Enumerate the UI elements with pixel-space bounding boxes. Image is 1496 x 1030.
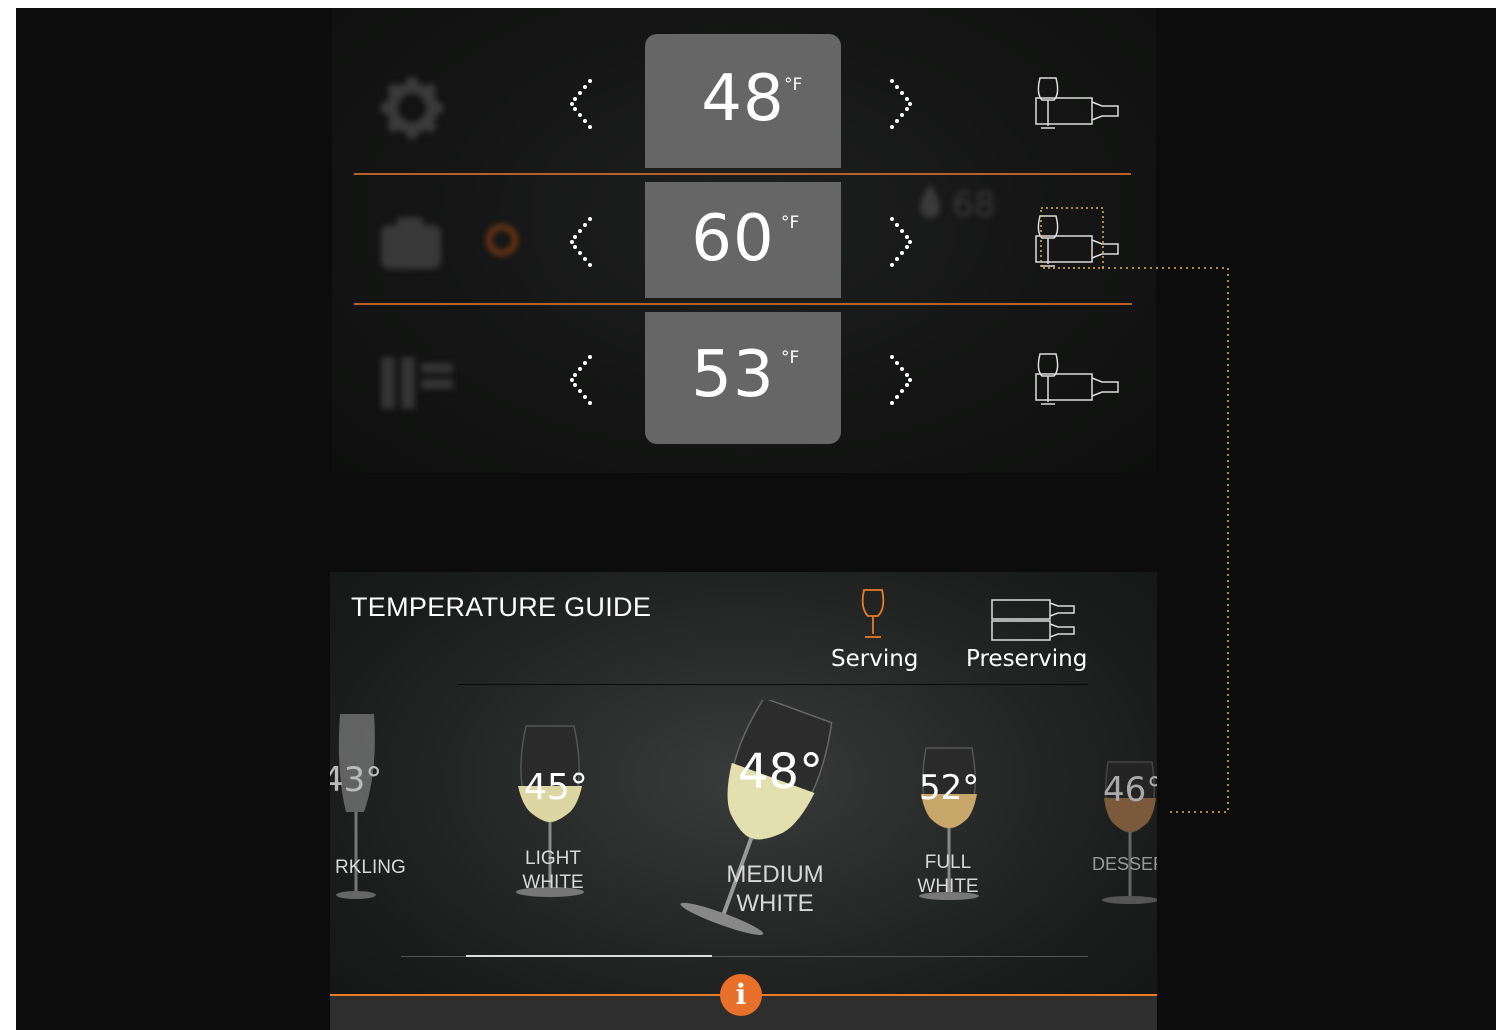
temperature-guide-panel: TEMPERATURE GUIDE Serving Preserving 43°…: [330, 572, 1157, 1030]
decrease-arrow-icon[interactable]: [566, 214, 606, 268]
wine-glass-icon: [861, 589, 885, 638]
wine-name-line1: MEDIUM: [726, 861, 824, 888]
zone-row-2: 60 °F: [332, 182, 1156, 312]
zone-row-3: 53 °F: [332, 312, 1156, 444]
preserving-label: Preserving: [966, 646, 1088, 672]
wine-medium-white[interactable]: 48° MEDIUM WHITE: [660, 700, 840, 950]
wine-name: DESSERT: [1092, 854, 1157, 874]
temp-value: 60: [691, 202, 775, 276]
wine-sparkling[interactable]: 43° RKLING: [330, 712, 410, 902]
temp-display-zone-2: 60 °F: [645, 182, 841, 298]
wine-name: RKLING: [335, 857, 406, 878]
zone-divider-1: [354, 173, 1131, 175]
preserving-mode-button[interactable]: Preserving: [966, 586, 1096, 686]
wine-name-line1: LIGHT: [525, 848, 581, 869]
increase-arrow-icon[interactable]: [884, 352, 924, 406]
zone-divider-2: [354, 303, 1132, 305]
wine-dessert[interactable]: 46° DESSERT: [1090, 758, 1157, 908]
temp-value: 53: [691, 338, 775, 412]
temp-display-zone-1: 48 °F: [645, 34, 841, 168]
temp-value: 48: [701, 62, 785, 136]
wine-name-line2: WHITE: [917, 876, 979, 897]
bottles-icon: [991, 599, 1075, 641]
temp-unit: °F: [781, 348, 800, 368]
wine-full-white[interactable]: 52° FULL WHITE: [900, 744, 1000, 909]
temp-display-zone-3: 53 °F: [645, 312, 841, 444]
serving-label: Serving: [831, 646, 919, 672]
wine-name-line1: FULL: [924, 852, 972, 873]
wine-temp: 46°: [1103, 770, 1157, 810]
guide-title: TEMPERATURE GUIDE: [351, 592, 652, 622]
decrease-arrow-icon[interactable]: [566, 352, 606, 406]
increase-arrow-icon[interactable]: [884, 214, 924, 268]
wine-temp: 52°: [919, 768, 980, 808]
carousel-progress-fill: [466, 955, 712, 957]
serving-mode-button[interactable]: Serving: [830, 586, 920, 686]
wine-temp: 43°: [330, 760, 383, 800]
zone-row-1: 48 °F: [332, 34, 1156, 168]
temp-unit: °F: [781, 213, 800, 233]
info-button[interactable]: i: [720, 974, 762, 1016]
wine-light-white[interactable]: 45° LIGHT WHITE: [500, 722, 610, 907]
wine-name-line2: WHITE: [736, 890, 814, 917]
zone-control-panel: 68 48 °F 60 °F 53 °F: [332, 8, 1156, 473]
wine-temp: 48°: [738, 744, 824, 800]
decrease-arrow-icon[interactable]: [566, 76, 606, 130]
increase-arrow-icon[interactable]: [884, 76, 924, 130]
wine-temp: 45°: [524, 767, 588, 808]
selection-highlight: [1040, 207, 1104, 269]
wine-bottle-glass-icon[interactable]: [1032, 76, 1122, 132]
temp-unit: °F: [784, 75, 803, 95]
guide-divider: [458, 684, 1088, 685]
wine-name-line2: WHITE: [522, 872, 584, 893]
